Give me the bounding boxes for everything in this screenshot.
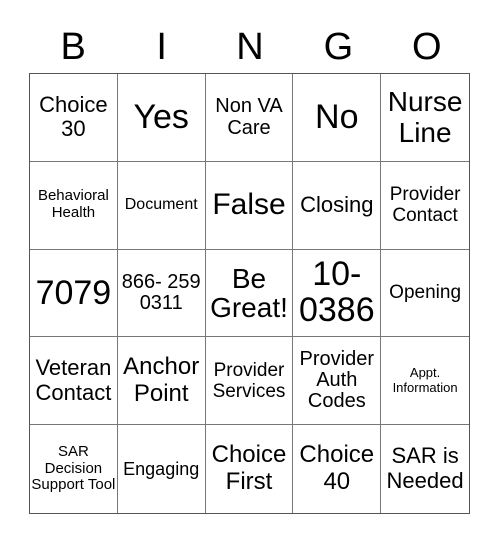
bingo-cell[interactable]: Nurse Line	[381, 74, 469, 162]
header-letter-o: O	[412, 26, 442, 68]
bingo-cell[interactable]: Yes	[117, 74, 206, 162]
bingo-cell[interactable]: Provider Services	[205, 337, 294, 426]
bingo-cell[interactable]: Behavioral Health	[30, 161, 118, 250]
header-letter-n: N	[236, 26, 264, 68]
header-letter-i: I	[156, 26, 167, 68]
bingo-header: B I N G O	[29, 24, 471, 70]
bingo-cell[interactable]: Appt. Information	[381, 337, 469, 426]
bingo-grid: Choice 30 Yes Non VA Care No Nurse Line …	[29, 73, 470, 514]
bingo-cell[interactable]: Closing	[293, 161, 382, 250]
bingo-cell[interactable]: SAR is Needed	[381, 425, 469, 513]
bingo-cell[interactable]: Anchor Point	[117, 337, 206, 426]
bingo-cell[interactable]: Be Great!	[205, 249, 294, 338]
bingo-cell[interactable]: Choice 30	[30, 74, 118, 162]
bingo-cell[interactable]: Document	[117, 161, 206, 250]
bingo-cell[interactable]: Opening	[381, 250, 469, 338]
header-letter-g: G	[323, 26, 354, 68]
bingo-cell[interactable]: Choice First	[206, 425, 294, 513]
bingo-cell[interactable]: Veteran Contact	[30, 337, 118, 426]
bingo-cell[interactable]: 7079	[30, 249, 118, 338]
bingo-cell[interactable]: No	[293, 74, 382, 162]
bingo-cell[interactable]: 866- 259 0311	[117, 249, 206, 338]
bingo-cell[interactable]: Provider Contact	[381, 162, 469, 250]
bingo-cell[interactable]: Choice 40	[293, 425, 382, 513]
bingo-cell[interactable]: Provider Auth Codes	[293, 337, 382, 426]
bingo-cell[interactable]: Non VA Care	[205, 74, 294, 162]
bingo-cell[interactable]: Engaging	[118, 425, 206, 513]
bingo-cell[interactable]: 10- 0386	[293, 249, 382, 338]
header-letter-b: B	[60, 26, 86, 68]
bingo-cell[interactable]: False	[205, 161, 294, 250]
bingo-cell[interactable]: SAR Decision Support Tool	[30, 425, 118, 513]
